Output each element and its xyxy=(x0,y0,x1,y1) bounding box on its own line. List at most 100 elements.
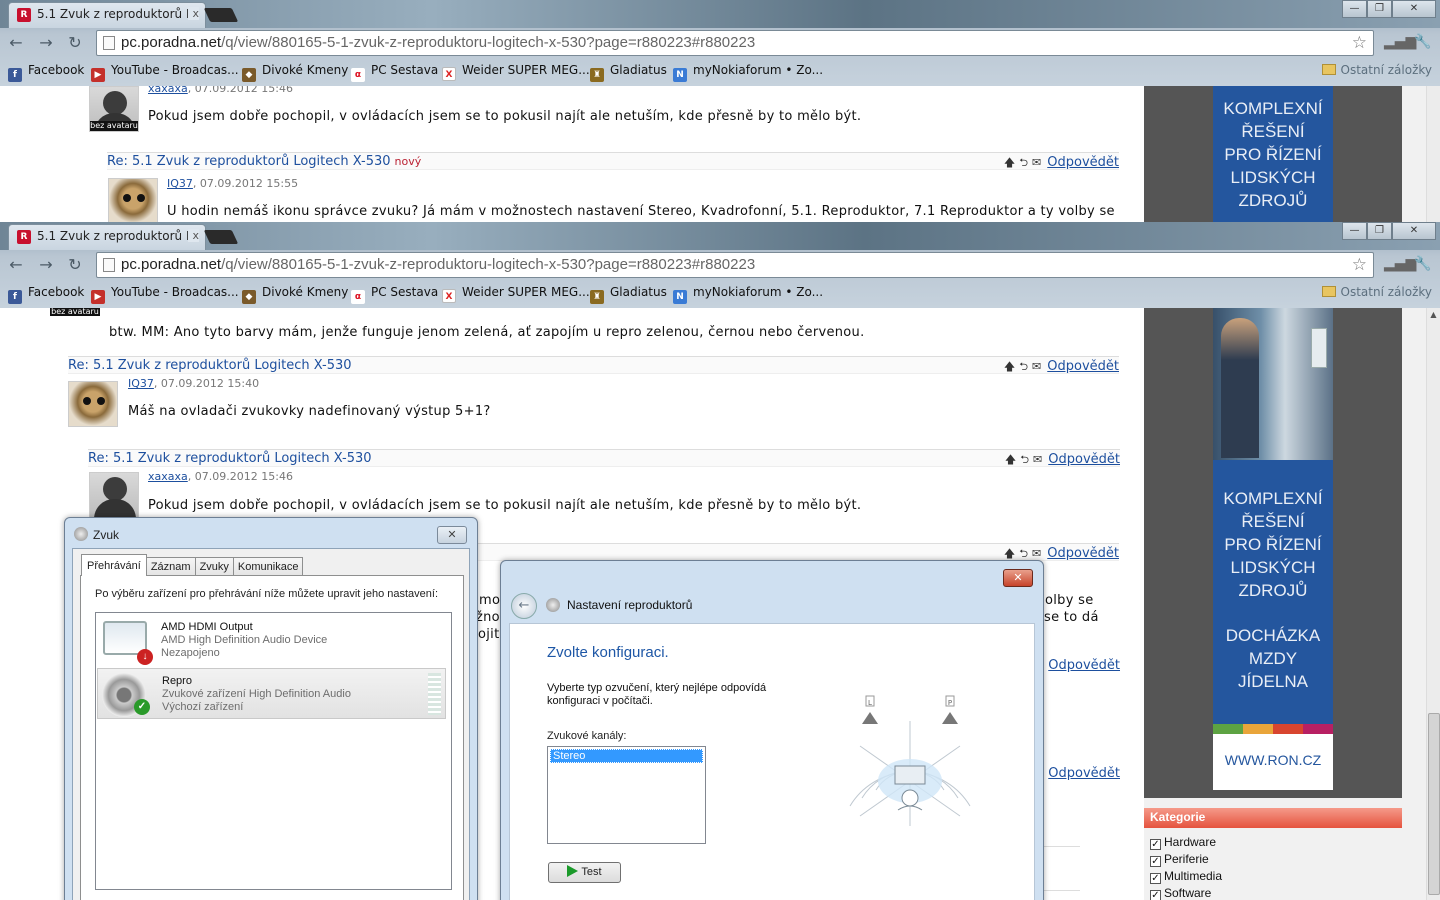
category-item-software[interactable]: ✓ Software xyxy=(1150,886,1211,900)
folder-icon xyxy=(1321,64,1336,75)
browser-tab[interactable]: R 5.1 Zvuk z reproduktorů Lo x xyxy=(8,2,206,28)
reply-link[interactable]: Odpovědět xyxy=(1048,766,1120,781)
minimize-icon[interactable]: — xyxy=(1342,222,1367,240)
browser-tab[interactable]: R 5.1 Zvuk z reproduktorů Lo x xyxy=(8,224,206,250)
reply-arrow-icon[interactable]: ⮌ xyxy=(1019,547,1028,560)
reply-link[interactable]: Odpovědět xyxy=(1047,155,1119,170)
bookmark-gladiatus[interactable]: ♜ Gladiatus xyxy=(590,285,667,304)
close-icon[interactable]: ✕ xyxy=(1003,569,1033,587)
forward-arrow-icon[interactable]: → xyxy=(35,254,57,276)
checkbox-icon[interactable]: ✓ xyxy=(1150,890,1161,900)
category-item-multimedia[interactable]: ✓ Multimedia xyxy=(1150,869,1222,884)
author-link[interactable]: IQ37 xyxy=(167,177,193,190)
post-meta: IQ37, 07.09.2012 15:40 xyxy=(128,377,260,390)
post-title[interactable]: Re: 5.1 Zvuk z reproduktorů Logitech X-5… xyxy=(68,358,352,373)
bookmark-pc-sestava[interactable]: α PC Sestava xyxy=(351,63,438,82)
test-button[interactable]: Test xyxy=(548,862,621,883)
bookmark-gladiatus[interactable]: ♜ Gladiatus xyxy=(590,63,667,82)
tab-communication[interactable]: Komunikace xyxy=(232,557,304,576)
minimize-icon[interactable]: — xyxy=(1342,0,1367,18)
close-icon[interactable]: ✕ xyxy=(1392,222,1436,240)
bookmark-mynokiaforum[interactable]: NmyNokiaforum • Zo... xyxy=(673,63,823,82)
tab-playback[interactable]: Přehrávání xyxy=(81,554,147,576)
checkbox-icon[interactable]: ✓ xyxy=(1150,839,1161,850)
checkbox-icon[interactable]: ✓ xyxy=(1150,873,1161,884)
page-scrollbar[interactable] xyxy=(1426,86,1440,222)
facebook-icon: f xyxy=(8,68,22,82)
bookmark-facebook[interactable]: f Facebook xyxy=(8,285,84,304)
tab-sounds[interactable]: Zvuky xyxy=(194,557,234,576)
wrench-icon[interactable]: 🔧 xyxy=(1414,34,1431,50)
mail-icon[interactable]: ✉ xyxy=(1032,156,1041,169)
facebook-icon: f xyxy=(8,290,22,304)
back-arrow-icon[interactable]: ← xyxy=(5,254,27,276)
new-tab-button[interactable] xyxy=(203,8,239,22)
channels-listbox[interactable]: Stereo xyxy=(547,746,706,844)
reply-link[interactable]: Odpovědět xyxy=(1047,546,1119,561)
signal-icon[interactable]: ▂▄▆ xyxy=(1384,34,1416,50)
ad-photo[interactable] xyxy=(1213,308,1333,460)
wrench-icon[interactable]: 🔧 xyxy=(1414,256,1431,272)
up-arrow-icon[interactable]: 🡅 xyxy=(1005,453,1016,466)
close-icon[interactable]: ✕ xyxy=(437,526,467,544)
back-arrow-icon[interactable]: ← xyxy=(5,32,27,54)
category-item-hardware[interactable]: ✓ Hardware xyxy=(1150,835,1216,850)
close-icon[interactable]: ✕ xyxy=(1392,0,1436,18)
tab-close-icon[interactable]: x xyxy=(188,7,199,20)
up-arrow-icon[interactable]: 🡅 xyxy=(1004,547,1015,560)
reply-link[interactable]: Odpovědět xyxy=(1048,658,1120,673)
ad-url[interactable]: WWW.RON.CZ xyxy=(1213,734,1333,790)
advertisement[interactable]: KOMPLEXNÍ ŘEŠENÍ PRO ŘÍZENÍ LIDSKÝCH ZDROJŮ xyxy=(1213,86,1333,222)
reload-icon[interactable]: ↻ xyxy=(64,32,86,54)
address-bar[interactable]: pc.poradna.net/q/view/880165-5-1-zvuk-z-… xyxy=(96,30,1374,56)
bookmark-mynokiaforum[interactable]: NmyNokiaforum • Zo... xyxy=(673,285,823,304)
back-arrow-icon[interactable]: ← xyxy=(511,593,537,619)
mail-icon[interactable]: ✉ xyxy=(1032,547,1041,560)
forward-arrow-icon[interactable]: → xyxy=(35,32,57,54)
reply-arrow-icon[interactable]: ⮌ xyxy=(1020,453,1029,466)
reply-arrow-icon[interactable]: ⮌ xyxy=(1019,360,1028,373)
speaker-diagram[interactable]: L P xyxy=(840,686,980,836)
up-arrow-icon[interactable]: 🡅 xyxy=(1004,360,1015,373)
bookmark-facebook[interactable]: f Facebook xyxy=(8,63,84,82)
maximize-icon[interactable]: ❐ xyxy=(1367,222,1392,240)
signal-icon[interactable]: ▂▄▆ xyxy=(1384,256,1416,272)
reply-arrow-icon[interactable]: ⮌ xyxy=(1019,156,1028,169)
page-scrollbar[interactable]: ▲ xyxy=(1426,308,1440,900)
other-bookmarks[interactable]: Ostatní záložky xyxy=(1321,285,1432,299)
up-arrow-icon[interactable]: 🡅 xyxy=(1004,156,1015,169)
scroll-up-icon[interactable]: ▲ xyxy=(1427,308,1440,322)
reply-link[interactable]: Odpovědět xyxy=(1047,359,1119,374)
reload-icon[interactable]: ↻ xyxy=(64,254,86,276)
device-item-hdmi[interactable]: ↓ AMD HDMI Output AMD High Definition Au… xyxy=(97,615,446,666)
bookmark-youtube[interactable]: ▶ YouTube - Broadcas... xyxy=(91,285,239,304)
maximize-icon[interactable]: ❐ xyxy=(1367,0,1392,18)
post-title[interactable]: Re: 5.1 Zvuk z reproduktorů Logitech X-5… xyxy=(107,154,421,169)
mail-icon[interactable]: ✉ xyxy=(1033,453,1042,466)
post-title[interactable]: Re: 5.1 Zvuk z reproduktorů Logitech X-5… xyxy=(88,451,372,466)
bookmark-divoke-kmeny[interactable]: ◆ Divoké Kmeny xyxy=(242,285,348,304)
new-tab-button[interactable] xyxy=(203,230,239,244)
category-item-periferie[interactable]: ✓ Periferie xyxy=(1150,852,1209,867)
bookmark-weider[interactable]: X Weider SUPER MEG... xyxy=(442,63,590,81)
reply-link[interactable]: Odpovědět xyxy=(1048,452,1120,467)
bookmark-star-icon[interactable]: ☆ xyxy=(1352,255,1367,275)
author-link[interactable]: IQ37 xyxy=(128,377,154,390)
bookmark-youtube[interactable]: ▶ YouTube - Broadcas... xyxy=(91,63,239,82)
author-link[interactable]: xaxaxa xyxy=(148,470,188,483)
device-item-repro[interactable]: ✓ Repro Zvukové zařízení High Definition… xyxy=(97,668,446,719)
checkbox-icon[interactable]: ✓ xyxy=(1150,856,1161,867)
author-link[interactable]: xaxaxa xyxy=(148,86,188,95)
tab-close-icon[interactable]: x xyxy=(188,229,199,242)
bookmark-star-icon[interactable]: ☆ xyxy=(1352,33,1367,53)
advertisement[interactable]: KOMPLEXNÍ ŘEŠENÍ PRO ŘÍZENÍ LIDSKÝCH ZDROJŮ … xyxy=(1213,460,1333,724)
bookmark-weider[interactable]: X Weider SUPER MEG... xyxy=(442,285,590,303)
mail-icon[interactable]: ✉ xyxy=(1032,360,1041,373)
bookmark-divoke-kmeny[interactable]: ◆ Divoké Kmeny xyxy=(242,63,348,82)
channel-option-stereo[interactable]: Stereo xyxy=(550,749,703,763)
bookmark-pc-sestava[interactable]: α PC Sestava xyxy=(351,285,438,304)
other-bookmarks[interactable]: Ostatní záložky xyxy=(1321,63,1432,77)
address-bar[interactable]: pc.poradna.net/q/view/880165-5-1-zvuk-z-… xyxy=(96,252,1374,278)
scroll-thumb[interactable] xyxy=(1428,713,1440,895)
tab-recording[interactable]: Záznam xyxy=(145,557,196,576)
